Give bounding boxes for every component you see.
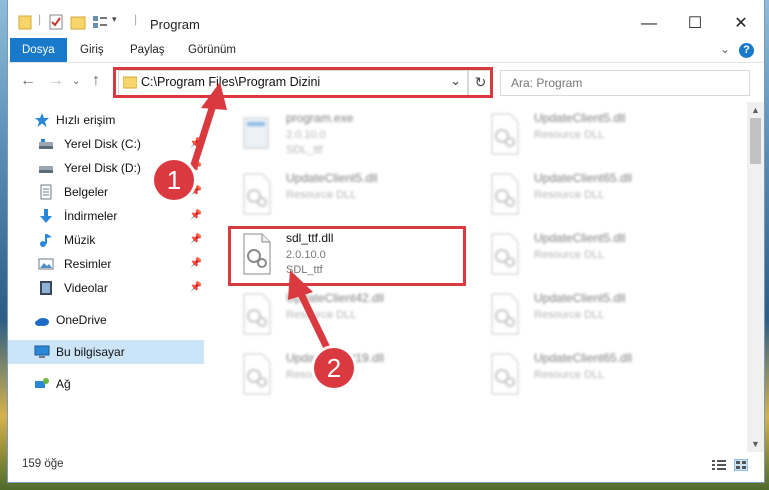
explorer-window: | ▾ | Program — ☐ ✕ Dosya Giriş Paylaş G… (8, 0, 764, 482)
arrow-1-head (201, 82, 227, 110)
arrow-2-shaft (296, 290, 332, 352)
callout-arrows (189, 82, 332, 352)
callout-badge-2: 2 (314, 348, 354, 388)
arrow-1-shaft (189, 100, 218, 170)
callout-badge-1: 1 (154, 160, 194, 200)
arrow-2-head (288, 270, 313, 300)
